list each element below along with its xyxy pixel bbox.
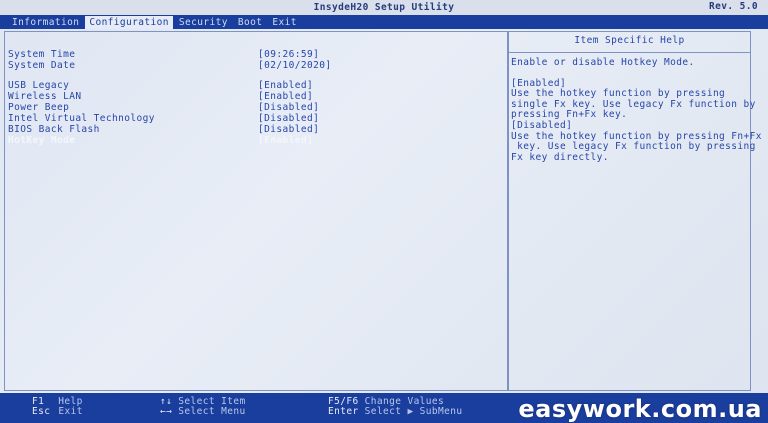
setting-label: Power Beep	[8, 102, 70, 113]
setting-value[interactable]: [Disabled]	[258, 124, 319, 135]
bios-screen: InsydeH20 Setup Utility Rev. 5.0 Informa…	[0, 0, 768, 423]
key-desc: Exit	[58, 406, 83, 417]
help-panel: Item Specific Help Enable or disable Hot…	[508, 31, 762, 391]
setting-hotkey-mode[interactable]: HotKey Mode [Enabled]	[8, 135, 502, 146]
setting-label: Intel Virtual Technology	[8, 113, 155, 124]
app-title: InsydeH20 Setup Utility	[313, 2, 455, 13]
setting-system-time[interactable]: System Time [09:26:59]	[8, 49, 502, 60]
key-hint-esc: Esc Exit	[32, 407, 83, 417]
title-bar: InsydeH20 Setup Utility Rev. 5.0	[0, 0, 768, 15]
help-header: Item Specific Help	[509, 32, 750, 53]
setting-usb-legacy[interactable]: USB Legacy [Enabled]	[8, 80, 502, 91]
help-body: Enable or disable Hotkey Mode. [Enabled]…	[511, 57, 762, 163]
setting-value[interactable]: [Enabled]	[258, 80, 313, 91]
setting-intel-vt[interactable]: Intel Virtual Technology [Disabled]	[8, 113, 502, 124]
key-enter: Enter	[328, 406, 359, 417]
help-text-line: Fx key directly.	[511, 151, 609, 163]
help-disabled-label: [Disabled]	[511, 119, 573, 131]
settings-list: System Time [09:26:59] System Date [02/1…	[8, 49, 502, 146]
revision-label: Rev. 5.0	[709, 1, 758, 12]
key-esc: Esc	[32, 406, 51, 417]
setting-value[interactable]: [02/10/2020]	[258, 60, 331, 71]
key-hint-leftright: ←→ Select Menu	[160, 407, 246, 417]
setting-label: System Date	[8, 60, 76, 71]
setting-power-beep[interactable]: Power Beep [Disabled]	[8, 102, 502, 113]
setting-value[interactable]: [Enabled]	[258, 135, 313, 146]
key-desc: Select Menu	[178, 406, 246, 417]
setting-label: Wireless LAN	[8, 91, 82, 102]
settings-panel: System Time [09:26:59] System Date [02/1…	[4, 31, 508, 391]
menu-configuration[interactable]: Configuration	[85, 15, 173, 29]
menu-boot[interactable]: Boot	[234, 16, 266, 29]
menu-exit[interactable]: Exit	[268, 16, 300, 29]
key-group-help-exit: F1 Help Esc Exit	[32, 397, 83, 417]
key-desc: Select ▶ SubMenu	[364, 406, 463, 417]
menu-information[interactable]: Information	[8, 16, 83, 29]
setting-wireless-lan[interactable]: Wireless LAN [Enabled]	[8, 91, 502, 102]
setting-value[interactable]: [Disabled]	[258, 113, 319, 124]
setting-label: BIOS Back Flash	[8, 124, 100, 135]
setting-label: HotKey Mode	[8, 135, 76, 146]
setting-value[interactable]: [Enabled]	[258, 91, 313, 102]
menu-security[interactable]: Security	[175, 16, 232, 29]
setting-value[interactable]: [09:26:59]	[258, 49, 319, 60]
arrow-leftright-icon: ←→	[160, 406, 173, 417]
setting-label: USB Legacy	[8, 80, 70, 91]
key-group-change: F5/F6 Change Values Enter Select ▶ SubMenu	[328, 397, 463, 417]
setting-label: System Time	[8, 49, 76, 60]
key-hint-enter: Enter Select ▶ SubMenu	[328, 407, 463, 417]
setting-system-date[interactable]: System Date [02/10/2020]	[8, 60, 502, 71]
site-watermark: easywork.com.ua	[518, 395, 762, 423]
menu-bar: Information Configuration Security Boot …	[0, 15, 768, 29]
help-summary: Enable or disable Hotkey Mode.	[511, 57, 695, 68]
setting-bios-back-flash[interactable]: BIOS Back Flash [Disabled]	[8, 124, 502, 135]
key-group-select: ↑↓ Select Item ←→ Select Menu	[160, 397, 246, 417]
setting-value[interactable]: [Disabled]	[258, 102, 319, 113]
